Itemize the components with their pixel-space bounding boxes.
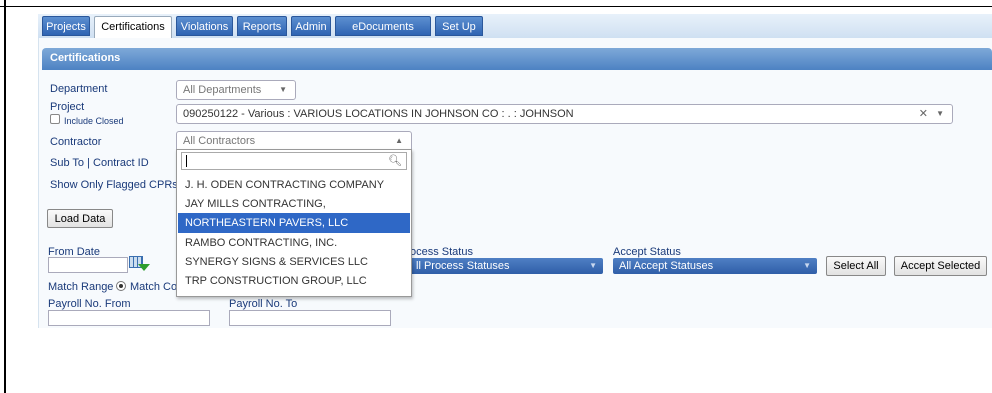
dropdown-item[interactable]: SYNERGY SIGNS & SERVICES LLC [178,252,410,272]
select-all-button[interactable]: Select All [826,256,886,276]
department-label: Department [50,83,108,95]
payroll-to-input[interactable] [229,310,391,326]
close-icon[interactable]: ✕ [919,105,928,123]
project-value: 090250122 - Various : VARIOUS LOCATIONS … [183,108,574,120]
dropdown-item-highlighted[interactable]: NORTHEASTERN PAVERS, LLC [178,213,410,233]
section-title: Certifications [50,52,121,64]
contractor-search-input[interactable]: 🔍︎ [181,152,407,170]
match-range-label: Match Range [48,281,114,293]
match-cor-label: Match Cor [130,281,181,293]
tab-certifications[interactable]: Certifications [94,16,172,39]
contractor-dropdown: 🔍︎ J. H. ODEN CONTRACTING COMPANY JAY MI… [176,149,412,297]
chevron-down-icon: ▼ [803,261,811,270]
section-header: Certifications [42,48,992,70]
project-label: Project [50,101,85,113]
tab-violations[interactable]: Violations [176,16,233,36]
search-icon: 🔍︎ [388,155,402,167]
text-cursor [186,155,187,167]
window-left-border [0,0,6,393]
process-status-label: ocess Status [410,246,473,258]
flagged-cprs-label: Show Only Flagged CPRs? [50,179,184,191]
chevron-down-icon: ▼ [589,261,597,270]
tab-set-up[interactable]: Set Up [435,16,483,36]
accept-selected-button[interactable]: Accept Selected [894,256,987,276]
payroll-from-label: Payroll No. From [48,298,131,310]
dropdown-item[interactable]: TRP CONSTRUCTION GROUP, LLC [178,271,410,291]
dropdown-item[interactable]: RAMBO CONTRACTING, INC. [178,233,410,253]
accept-status-label: Accept Status [613,246,681,258]
load-data-button[interactable]: Load Data [47,209,113,228]
contractor-value: All Contractors [183,135,256,147]
process-status-value: ll Process Statuses [416,260,510,272]
department-select[interactable]: All Departments ▼ [176,80,296,100]
include-closed-label: Include Closed [64,116,124,126]
subto-contract-label: Sub To | Contract ID [50,157,149,169]
chevron-up-icon: ▲ [395,136,403,145]
dropdown-item[interactable]: J. H. ODEN CONTRACTING COMPANY [178,175,410,195]
chevron-down-icon: ▼ [279,85,287,94]
process-status-select[interactable]: ll Process Statuses ▼ [410,258,603,274]
project-select[interactable]: 090250122 - Various : VARIOUS LOCATIONS … [176,104,953,124]
window-top-border [0,0,992,7]
from-date-input[interactable] [48,257,128,273]
contractor-label: Contractor [50,136,102,148]
match-range-radio[interactable] [116,281,126,291]
accept-status-select[interactable]: All Accept Statuses ▼ [613,258,817,274]
payroll-to-label: Payroll No. To [229,298,298,310]
include-closed-checkbox[interactable] [50,114,60,124]
accept-status-value: All Accept Statuses [619,260,714,272]
calendar-icon[interactable] [129,256,151,272]
contractor-select[interactable]: All Contractors ▲ [176,131,412,151]
tab-edocuments[interactable]: eDocuments [335,16,431,36]
tab-reports[interactable]: Reports [237,16,287,36]
tab-projects[interactable]: Projects [42,16,90,36]
department-value: All Departments [183,84,262,96]
dropdown-item[interactable]: JAY MILLS CONTRACTING, INCORPORATED [178,194,410,230]
main-nav: Projects Certifications Violations Repor… [38,14,992,39]
tab-admin[interactable]: Admin [291,16,331,36]
chevron-down-icon[interactable]: ▼ [936,105,944,123]
payroll-from-input[interactable] [48,310,210,326]
